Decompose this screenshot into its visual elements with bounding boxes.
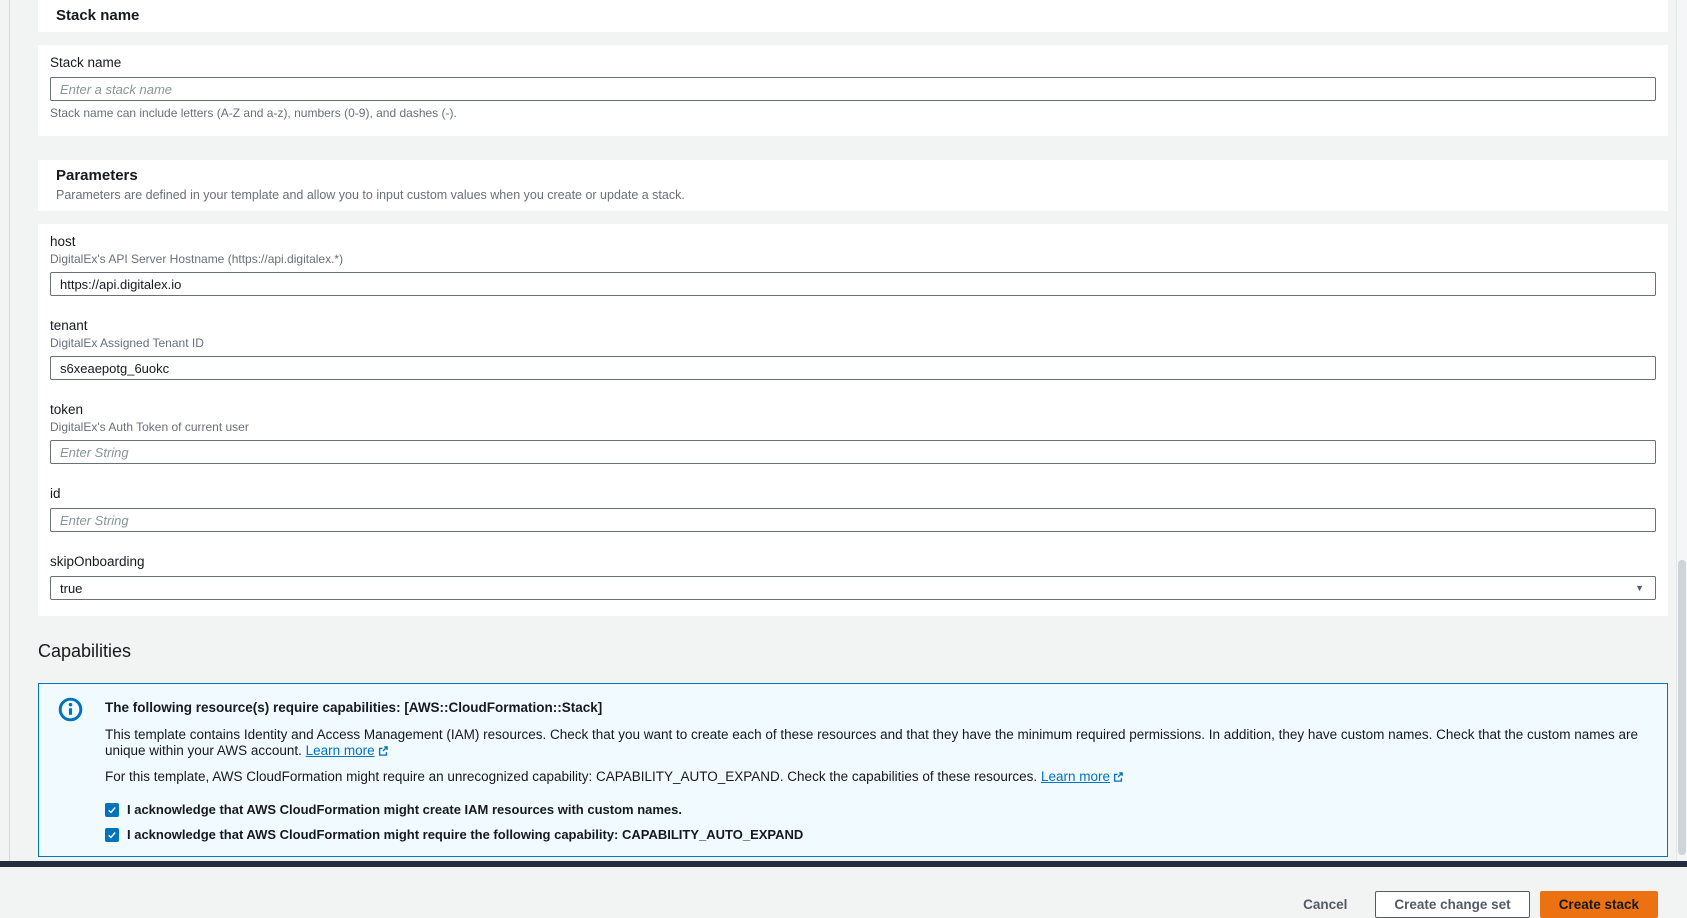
checkbox-checked-icon[interactable] [105,803,119,817]
capabilities-info-alert: The following resource(s) require capabi… [38,683,1668,857]
parameter-field-skipOnboarding: skipOnboarding true ▼ [50,554,1656,600]
learn-more-link[interactable]: Learn more [306,743,389,758]
iam-acknowledge-label: I acknowledge that AWS CloudFormation mi… [127,802,682,818]
parameter-label: host [50,234,1656,250]
stack-name-input[interactable] [50,77,1656,101]
parameter-field-id: id [50,486,1656,532]
alert-paragraph-1: This template contains Identity and Acce… [105,727,1651,761]
parameter-label: skipOnboarding [50,554,1656,570]
capability-acknowledge-checkbox-row[interactable]: I acknowledge that AWS CloudFormation mi… [105,827,1651,843]
stack-name-label: Stack name [50,55,1656,71]
section-divider [38,32,1668,45]
bottom-console-bar [0,861,1687,867]
footer-actions: Cancel Create change set Create stack [38,891,1668,918]
parameter-field-host: host DigitalEx's API Server Hostname (ht… [50,234,1656,296]
parameter-field-tenant: tenant DigitalEx Assigned Tenant ID [50,318,1656,380]
id-input[interactable] [50,508,1656,532]
stack-name-section-body: Stack name Stack name can include letter… [38,45,1668,136]
parameters-section-body: host DigitalEx's API Server Hostname (ht… [38,224,1668,616]
checkbox-checked-icon[interactable] [105,828,119,842]
parameter-label: tenant [50,318,1656,334]
parameter-field-token: token DigitalEx's Auth Token of current … [50,402,1656,464]
skipOnboarding-selected-value: true [60,581,82,596]
tenant-input[interactable] [50,356,1656,380]
left-gutter [0,0,10,867]
vertical-scrollbar[interactable] [1676,0,1687,867]
alert-paragraph-2-text: For this template, AWS CloudFormation mi… [105,769,1037,784]
section-divider [38,211,1668,224]
learn-more-link[interactable]: Learn more [1041,769,1124,784]
stack-name-section-header: Stack name [38,0,1668,32]
parameters-section: Parameters Parameters are defined in you… [38,160,1668,616]
stack-name-section-title: Stack name [56,8,1650,24]
parameter-description: DigitalEx's Auth Token of current user [50,420,1656,434]
learn-more-label: Learn more [1041,769,1110,784]
parameter-description: DigitalEx Assigned Tenant ID [50,336,1656,350]
parameters-section-title: Parameters [56,168,1650,184]
alert-paragraph-2: For this template, AWS CloudFormation mi… [105,769,1651,787]
skipOnboarding-select[interactable]: true ▼ [50,576,1656,600]
iam-acknowledge-checkbox-row[interactable]: I acknowledge that AWS CloudFormation mi… [105,802,1651,818]
parameters-section-header: Parameters Parameters are defined in you… [38,160,1668,211]
parameter-label: token [50,402,1656,418]
stack-name-helper-text: Stack name can include letters (A-Z and … [50,106,1656,120]
parameters-section-description: Parameters are defined in your template … [56,188,1650,203]
section-gap [38,136,1668,160]
learn-more-label: Learn more [306,743,375,758]
create-change-set-button[interactable]: Create change set [1375,891,1529,918]
capability-acknowledge-label: I acknowledge that AWS CloudFormation mi… [127,827,803,843]
cancel-button[interactable]: Cancel [1285,891,1365,918]
dropdown-arrow-icon: ▼ [1635,584,1644,593]
capabilities-heading: Capabilities [38,640,1668,662]
parameter-label: id [50,486,1656,502]
external-link-icon [377,745,389,761]
stack-name-section: Stack name Stack name Stack name can inc… [38,0,1668,136]
external-link-icon [1112,771,1124,787]
parameter-description: DigitalEx's API Server Hostname (https:/… [50,252,1656,266]
alert-title: The following resource(s) require capabi… [105,699,1651,716]
host-input[interactable] [50,272,1656,296]
token-input[interactable] [50,440,1656,464]
info-icon [58,697,83,727]
scrollbar-thumb[interactable] [1678,560,1686,855]
main-content: Stack name Stack name Stack name can inc… [38,0,1668,918]
create-stack-button[interactable]: Create stack [1540,891,1658,918]
